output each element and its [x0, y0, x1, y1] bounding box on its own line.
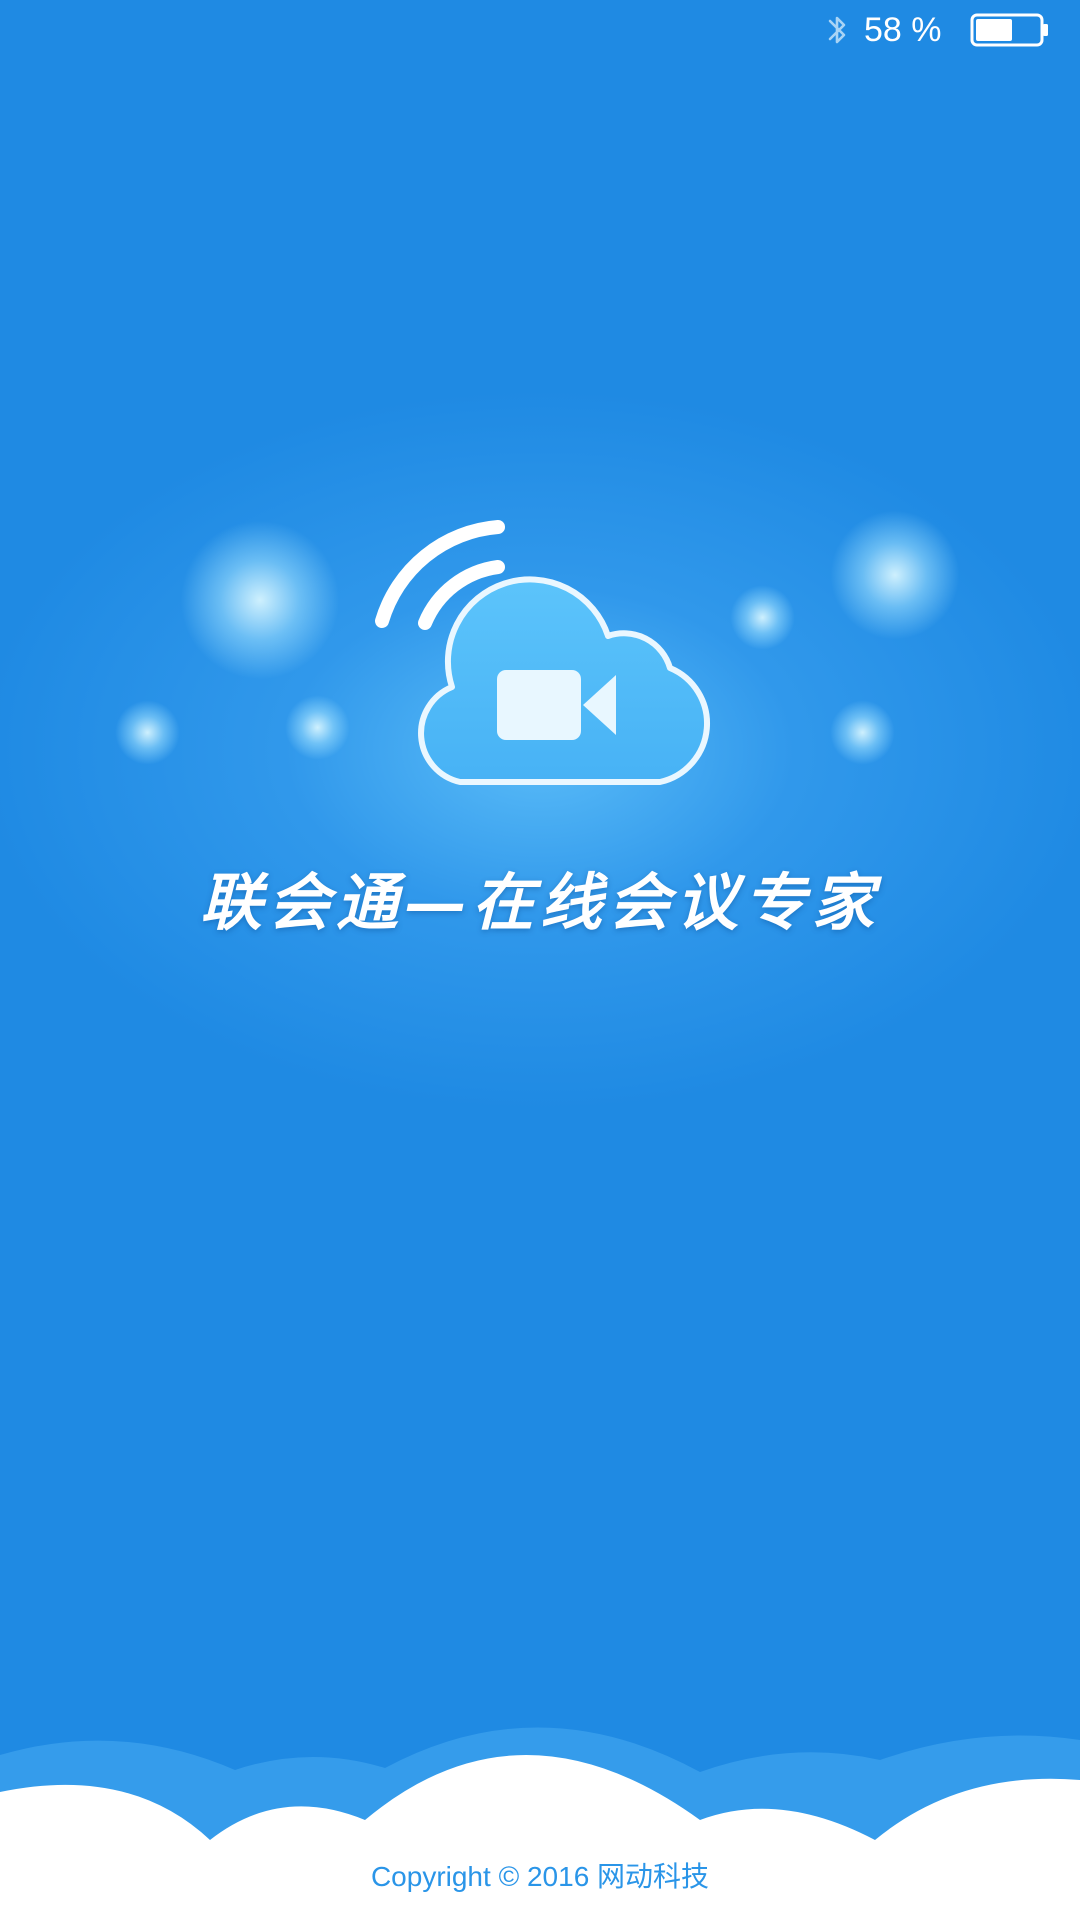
- bokeh-light: [830, 510, 960, 640]
- copyright-text: Copyright © 2016 网动科技: [370, 1861, 710, 1892]
- status-bar: 58 %: [0, 0, 1080, 60]
- splash-screen: 58 % 联会通—在线会议专家 Copyright © 2016 网动科技: [0, 0, 1080, 1920]
- bokeh-light: [285, 695, 350, 760]
- bokeh-light: [180, 520, 340, 680]
- battery-percentage: 58 %: [864, 11, 942, 49]
- app-slogan: 联会通—在线会议专家: [199, 866, 880, 939]
- battery-icon: [970, 13, 1048, 47]
- bokeh-light: [730, 585, 795, 650]
- bokeh-light: [830, 700, 895, 765]
- bluetooth-icon: [828, 16, 846, 44]
- cloud-video-camera-icon: [375, 520, 711, 785]
- bokeh-light: [115, 700, 180, 765]
- battery-level-fill: [976, 19, 1012, 41]
